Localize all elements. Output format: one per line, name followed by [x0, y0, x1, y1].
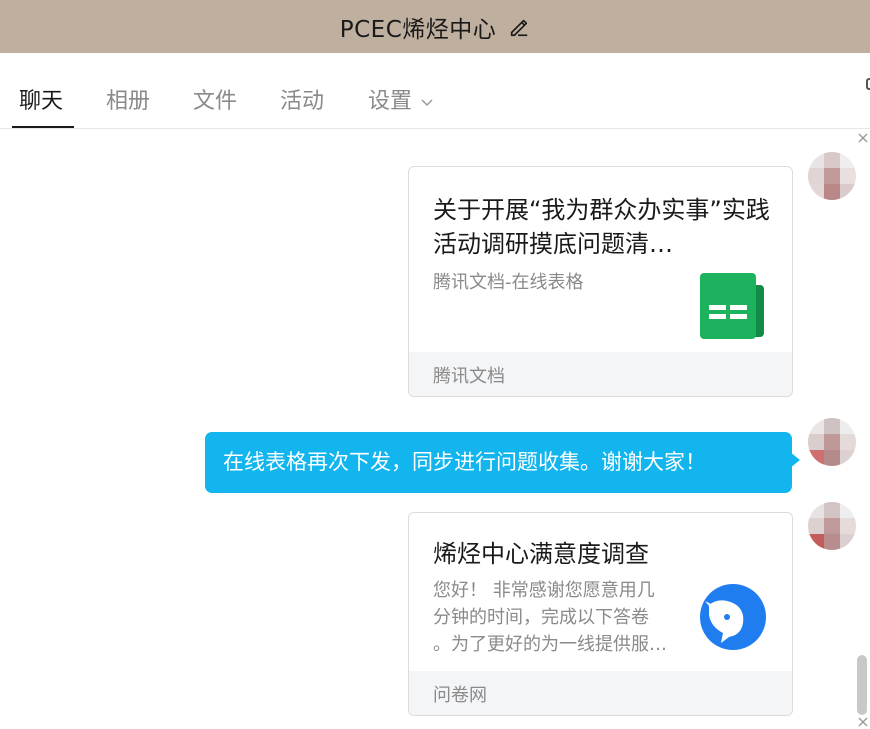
card-footer: 问卷网 [409, 671, 792, 715]
clipped-icon [866, 78, 870, 90]
chat-area: 关于开展“我为群众办实事”实践活动调研摸底问题清… 腾讯文档-在线表格 腾讯文档… [0, 130, 870, 729]
close-icon[interactable] [857, 716, 869, 728]
edit-icon[interactable] [508, 16, 530, 38]
chevron-down-icon [421, 99, 433, 107]
avatar[interactable] [808, 152, 856, 200]
wenjuan-logo-icon [700, 584, 766, 650]
survey-share-card[interactable]: 烯烃中心满意度调查 您好！ 非常感谢您愿意用几 分钟的时间，完成以下答卷 。为了… [408, 512, 793, 716]
card-description-line: 您好！ 非常感谢您愿意用几 [433, 580, 655, 601]
card-description: 您好！ 非常感谢您愿意用几 分钟的时间，完成以下答卷 。为了更好的为一线提供服… [433, 577, 693, 658]
close-icon[interactable] [857, 132, 869, 144]
tab-settings[interactable]: 设置 [368, 83, 434, 115]
avatar[interactable] [808, 418, 856, 466]
active-tab-indicator [12, 126, 74, 128]
card-source: 腾讯文档 [433, 366, 505, 387]
scrollbar-thumb[interactable] [857, 655, 867, 715]
card-source: 问卷网 [433, 685, 487, 706]
card-footer: 腾讯文档 [409, 352, 792, 396]
spreadsheet-icon [700, 273, 764, 339]
avatar[interactable] [808, 502, 856, 550]
tab-chat[interactable]: 聊天 [19, 83, 63, 115]
tab-album[interactable]: 相册 [106, 83, 150, 115]
tab-bar: 聊天 相册 文件 活动 设置 [0, 53, 870, 129]
tab-settings-label: 设置 [368, 89, 413, 114]
card-subtitle: 腾讯文档-在线表格 [433, 272, 584, 293]
doc-share-card[interactable]: 关于开展“我为群众办实事”实践活动调研摸底问题清… 腾讯文档-在线表格 腾讯文档 [408, 166, 793, 397]
bubble-tail [790, 452, 800, 468]
message-bubble[interactable]: 在线表格再次下发，同步进行问题收集。谢谢大家！ [205, 432, 792, 493]
tab-files[interactable]: 文件 [193, 83, 237, 115]
card-description-line: 。为了更好的为一线提供服… [433, 634, 667, 655]
card-title: 关于开展“我为群众办实事”实践活动调研摸底问题清… [433, 196, 770, 258]
group-title: PCEC烯烃中心 [339, 16, 497, 43]
title-bar: PCEC烯烃中心 [0, 0, 870, 53]
card-description-line: 分钟的时间，完成以下答卷 [433, 607, 649, 628]
tab-activity[interactable]: 活动 [280, 83, 324, 115]
card-title: 烯烃中心满意度调查 [433, 540, 649, 568]
